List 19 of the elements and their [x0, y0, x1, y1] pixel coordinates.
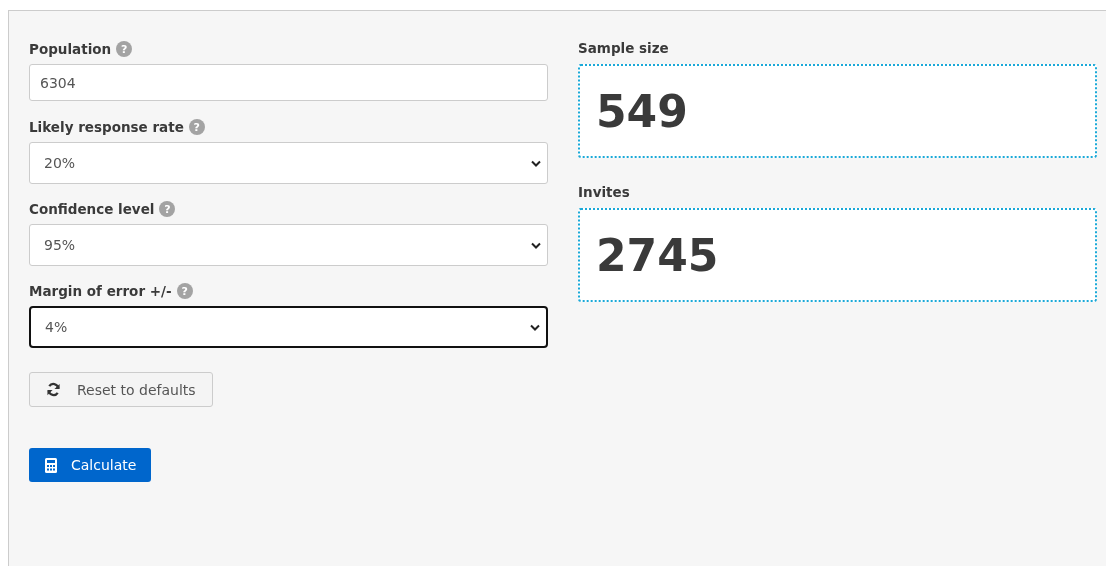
field-label: Population [29, 41, 112, 57]
field-label: Confidence level [29, 201, 155, 217]
calculate-button[interactable]: Calculate [29, 448, 152, 482]
result-value: 549 [596, 85, 688, 137]
field-label: Likely response rate [29, 119, 184, 135]
calculator-icon [45, 457, 57, 473]
result-value: 2745 [596, 229, 719, 281]
refresh-icon [46, 382, 61, 397]
chevron-down-icon [530, 323, 540, 331]
reset-button[interactable]: Reset to defaults [29, 372, 213, 407]
result-label: Sample size [578, 40, 670, 58]
select-dropdown[interactable]: 4% [29, 306, 548, 348]
input-field[interactable]: 6304 [29, 64, 548, 101]
select-dropdown[interactable]: 20% [29, 142, 548, 184]
select-dropdown[interactable]: 95% [29, 224, 548, 266]
result-label: Invites [578, 184, 631, 202]
field-label: Margin of error +/- [29, 283, 172, 299]
chevron-down-icon [531, 241, 541, 249]
chevron-down-icon [531, 159, 541, 167]
